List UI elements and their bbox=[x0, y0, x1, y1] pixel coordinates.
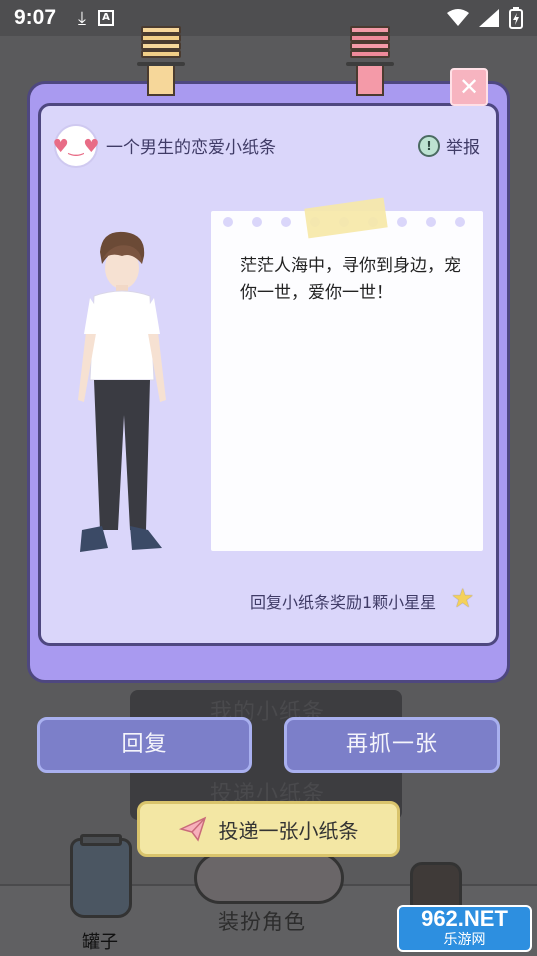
dress-up-label: 装扮角色 bbox=[218, 910, 306, 934]
post-note-label: 投递一张小纸条 bbox=[218, 818, 359, 843]
right-clip-icon bbox=[346, 26, 394, 96]
boy-character-illustration bbox=[78, 231, 166, 552]
report-icon: ! bbox=[418, 134, 440, 157]
status-time: 9:07 bbox=[14, 6, 57, 29]
status-bar: 9:07 ⤓ A bbox=[0, 0, 537, 36]
paper-plane-icon bbox=[178, 816, 206, 842]
author-avatar-icon: ♥‿♥ bbox=[53, 124, 99, 168]
status-right bbox=[447, 7, 523, 29]
wifi-icon bbox=[447, 9, 469, 26]
report-label: 举报 bbox=[446, 138, 480, 158]
signal-icon bbox=[479, 9, 499, 27]
watermark-line1: 962.NET bbox=[421, 906, 508, 931]
reward-text: 回复小纸条奖励1颗小星星 bbox=[250, 593, 437, 612]
reply-button[interactable]: 回复 bbox=[37, 717, 252, 773]
battery-icon bbox=[509, 7, 523, 29]
note-message: 茫茫人海中，寻你到身边，宠你一世，爱你一世！ bbox=[240, 256, 461, 303]
jar-label: 罐子 bbox=[82, 932, 118, 953]
download-icon: ⤓ bbox=[78, 7, 86, 29]
grab-again-button[interactable]: 再抓一张 bbox=[284, 717, 500, 773]
left-clip-icon bbox=[137, 26, 185, 96]
jar-cap bbox=[80, 834, 122, 846]
app-notification-icon: A bbox=[98, 10, 114, 26]
report-button[interactable]: ! 举报 bbox=[418, 133, 480, 158]
watermark-line2: 乐游网 bbox=[443, 932, 486, 948]
jar-icon bbox=[70, 838, 132, 918]
watermark-logo: 962.NET 乐游网 bbox=[397, 905, 532, 952]
character-face-icon bbox=[194, 852, 344, 904]
post-note-button[interactable]: 投递一张小纸条 bbox=[137, 801, 400, 857]
close-button[interactable]: ✕ bbox=[450, 68, 488, 106]
star-icon: ★ bbox=[451, 584, 475, 614]
note-title: 一个男生的恋爱小纸条 bbox=[106, 138, 276, 158]
